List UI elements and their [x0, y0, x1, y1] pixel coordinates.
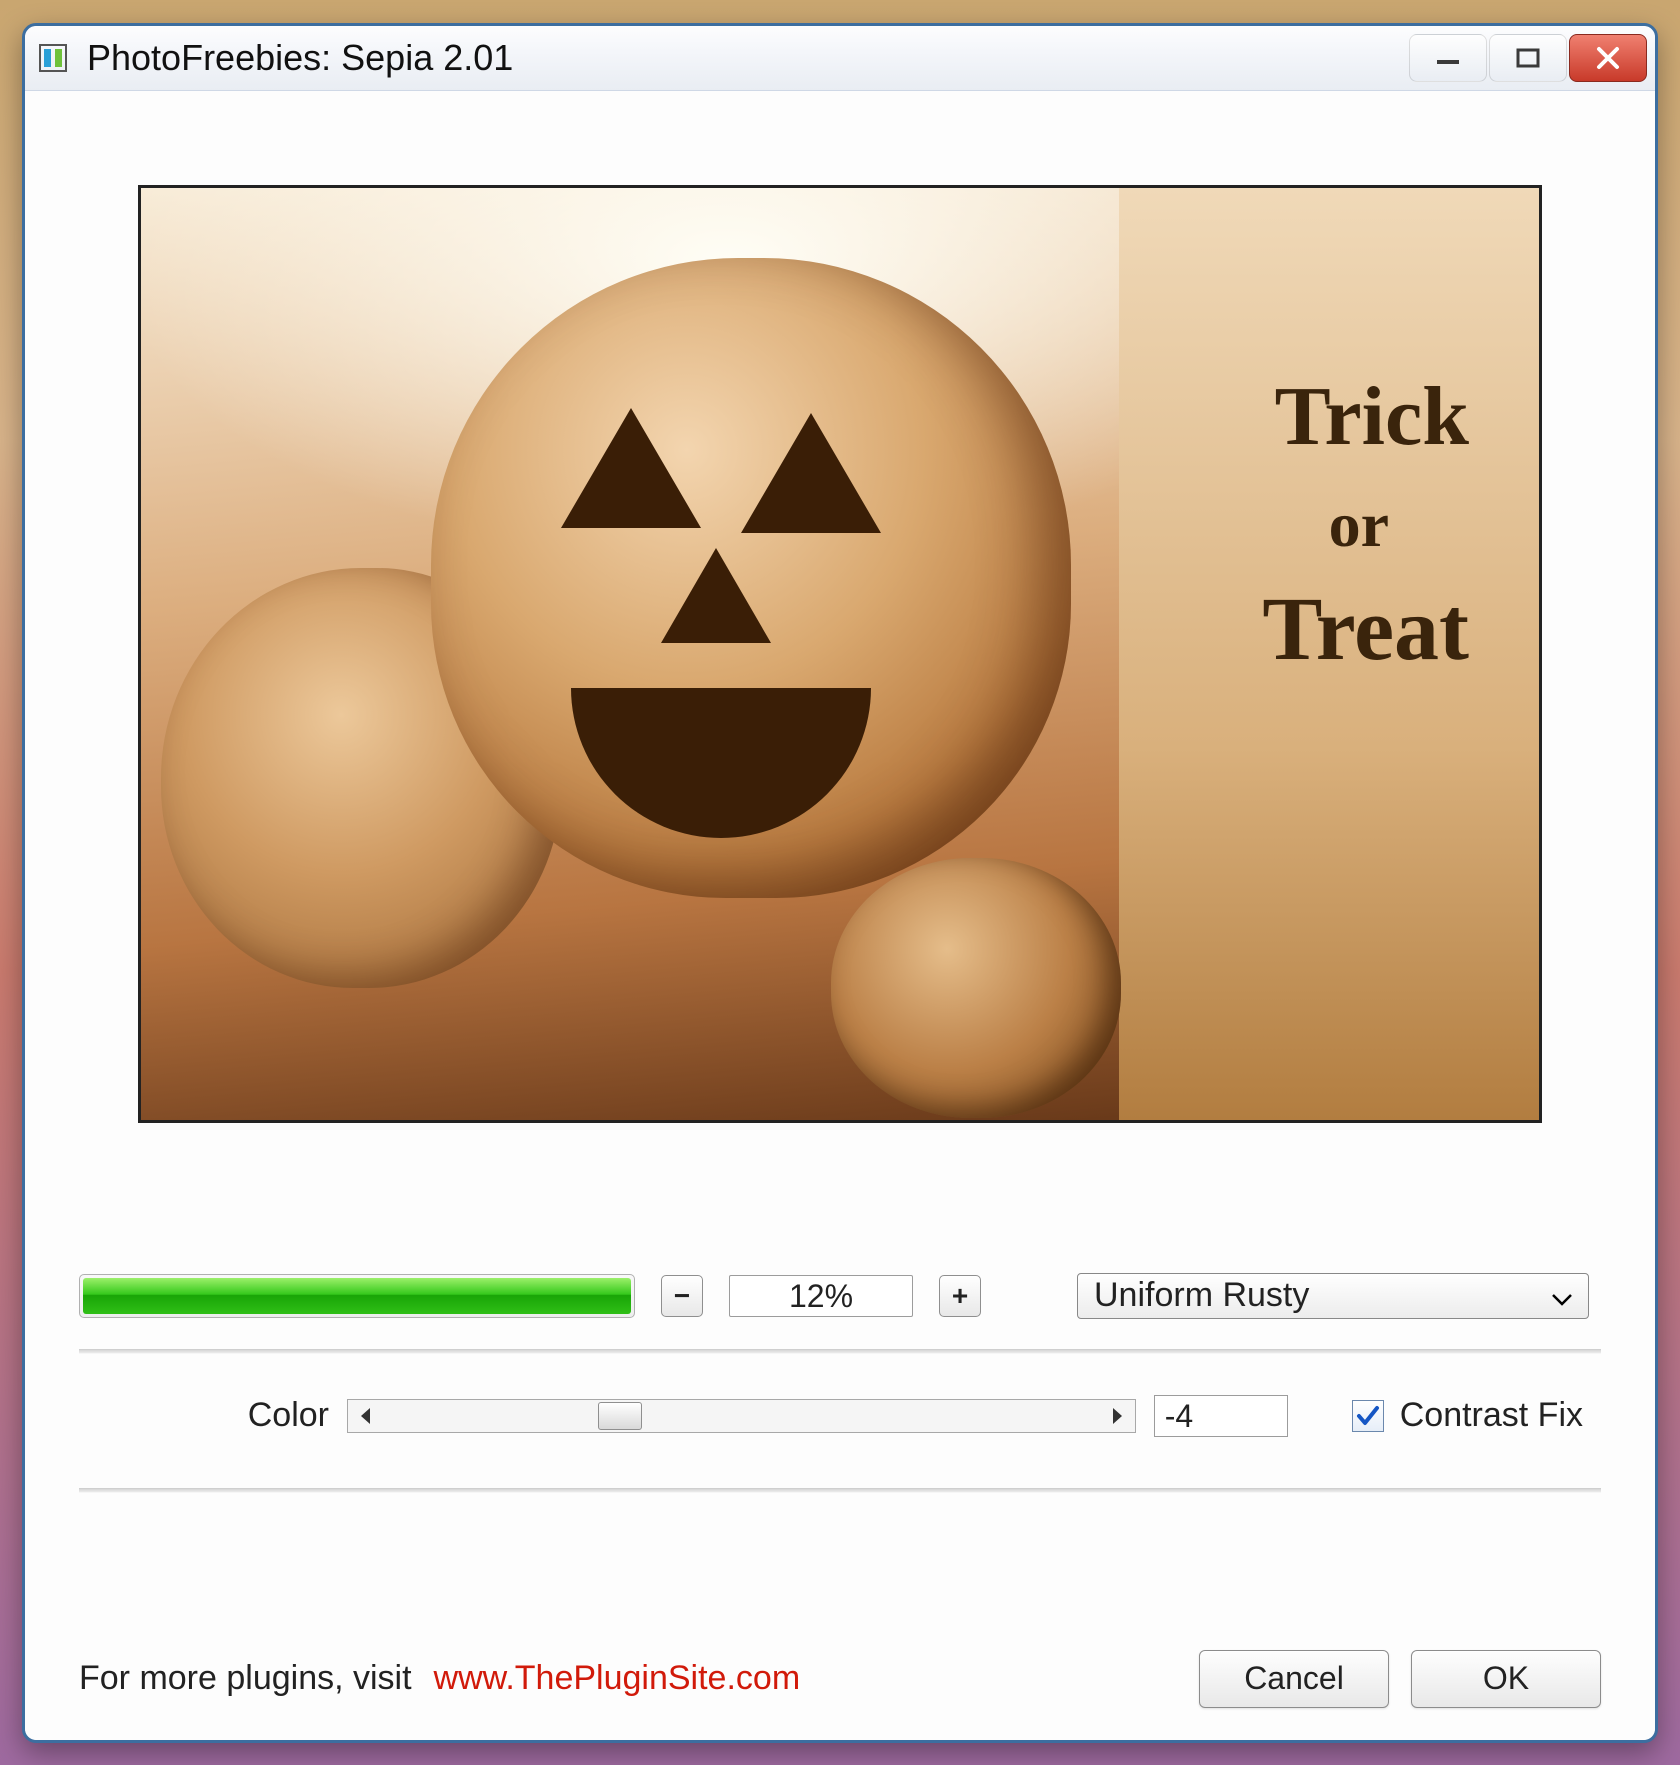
percent-field[interactable]: 12% [729, 1275, 913, 1317]
pumpkin-small-shape [831, 858, 1121, 1118]
progress-bar [79, 1274, 635, 1318]
increment-button[interactable]: + [939, 1275, 981, 1317]
color-slider[interactable] [347, 1399, 1136, 1433]
window-title: PhotoFreebies: Sepia 2.01 [87, 37, 1407, 79]
decrement-button[interactable]: − [661, 1275, 703, 1317]
footer: For more plugins, visit www.ThePluginSit… [79, 1612, 1601, 1708]
preview-image[interactable]: Trick or Treat [138, 185, 1542, 1123]
cancel-button[interactable]: Cancel [1199, 1650, 1389, 1708]
preset-selected: Uniform Rusty [1094, 1276, 1309, 1315]
row-progress: − 12% + Uniform Rusty [79, 1273, 1601, 1319]
maximize-button[interactable] [1489, 34, 1567, 82]
contrast-fix-option[interactable]: Contrast Fix [1352, 1396, 1583, 1435]
minimize-button[interactable] [1409, 34, 1487, 82]
app-icon [37, 42, 69, 74]
bag-text-1: Trick [1275, 368, 1469, 465]
divider [79, 1349, 1601, 1354]
contrast-fix-label: Contrast Fix [1400, 1396, 1583, 1435]
color-label: Color [219, 1396, 329, 1435]
footer-prefix: For more plugins, visit [79, 1659, 412, 1698]
slider-thumb[interactable] [598, 1402, 642, 1430]
arrow-right-icon[interactable] [1107, 1404, 1129, 1428]
arrow-left-icon[interactable] [354, 1404, 376, 1428]
chevron-down-icon [1552, 1276, 1572, 1315]
preview-wrap: Trick or Treat [79, 129, 1601, 1123]
titlebar[interactable]: PhotoFreebies: Sepia 2.01 [25, 26, 1655, 91]
plus-icon: + [952, 1280, 968, 1312]
bag-text-2: or [1329, 488, 1389, 562]
minus-icon: − [674, 1280, 690, 1312]
row-color: Color -4 Contrast Fix [79, 1374, 1601, 1458]
close-button[interactable] [1569, 34, 1647, 82]
divider-2 [79, 1488, 1601, 1493]
client-area: Trick or Treat − 12% + Uniform Rusty [25, 91, 1655, 1740]
plugin-dialog: PhotoFreebies: Sepia 2.01 Trick [22, 23, 1658, 1743]
window-controls [1407, 34, 1647, 82]
footer-link[interactable]: www.ThePluginSite.com [434, 1659, 801, 1698]
contrast-fix-checkbox[interactable] [1352, 1400, 1384, 1432]
bag-text-3: Treat [1262, 578, 1469, 681]
color-value-field[interactable]: -4 [1154, 1395, 1288, 1437]
ok-button[interactable]: OK [1411, 1650, 1601, 1708]
preset-dropdown[interactable]: Uniform Rusty [1077, 1273, 1589, 1319]
slider-track[interactable] [384, 1412, 1099, 1420]
